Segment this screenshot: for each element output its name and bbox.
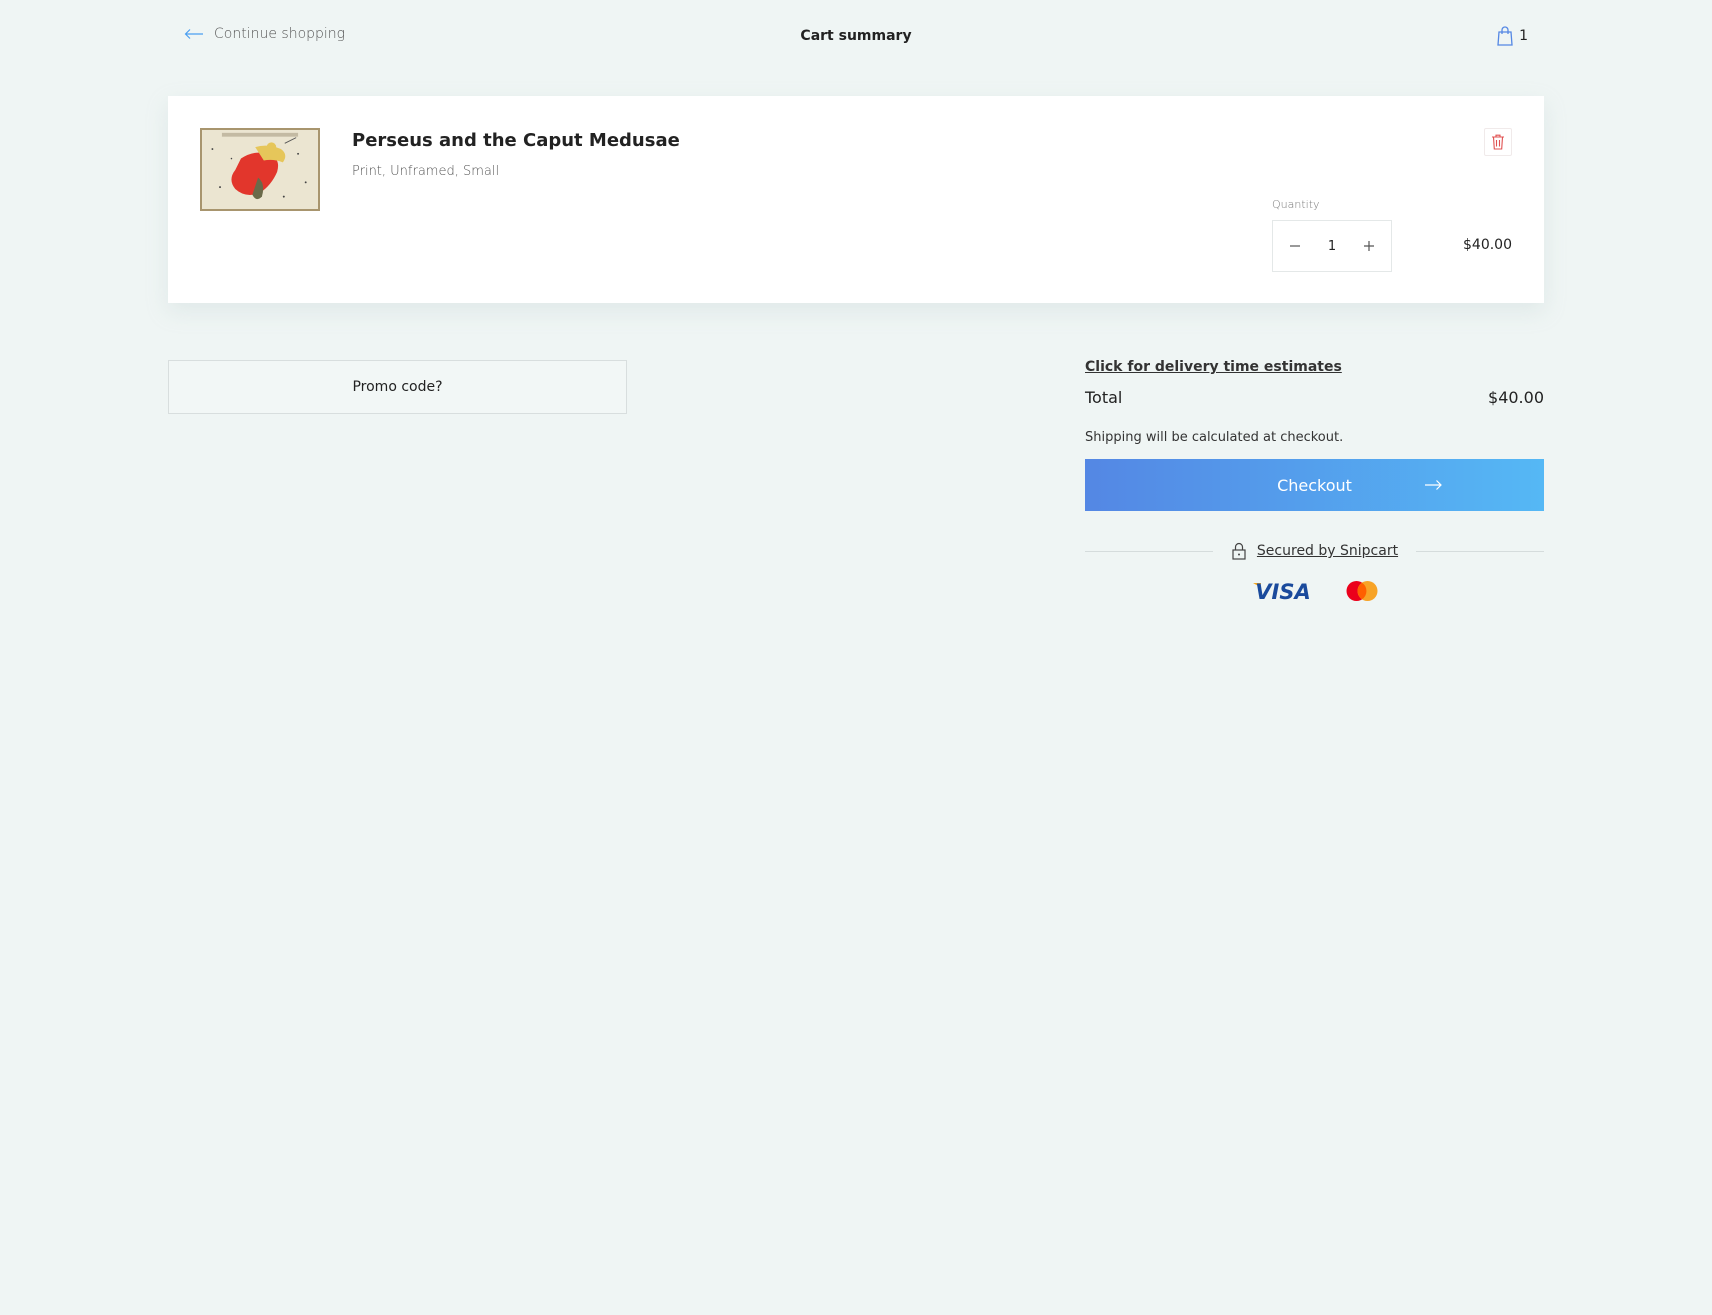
product-name[interactable]: Perseus and the Caput Medusae [352,130,680,151]
constellation-illustration [202,130,318,209]
promo-code-label: Promo code? [352,379,443,395]
cart-summary: Click for delivery time estimates Total … [1085,356,1544,603]
total-value: $40.00 [1488,388,1544,407]
cart-header: Continue shopping Cart summary 1 [168,20,1544,56]
trash-icon [1492,134,1504,150]
visa-logo-icon: VISA [1252,580,1310,603]
product-variant: Print, Unframed, Small [352,164,500,179]
page-title: Cart summary [800,28,912,44]
svg-text:VISA: VISA [1255,580,1310,603]
lock-icon [1232,542,1246,560]
plus-icon [1364,241,1374,251]
arrow-right-icon [1425,480,1442,490]
checkout-label: Checkout [1277,475,1352,495]
mastercard-logo-icon [1346,581,1377,601]
cart-count-button[interactable]: 1 [1497,26,1528,46]
secured-by-snipcart-link[interactable]: Secured by Snipcart [1257,543,1398,559]
remove-item-button[interactable] [1484,128,1512,156]
shipping-note: Shipping will be calculated at checkout. [1085,430,1344,445]
quantity-value[interactable]: 1 [1328,239,1336,254]
promo-code-button[interactable]: Promo code? [168,360,627,414]
shopping-bag-icon [1497,26,1513,46]
checkout-button[interactable]: Checkout [1085,459,1544,511]
cart-page: Continue shopping Cart summary 1 Perseus… [0,0,1712,1315]
item-price: $40.00 [1463,237,1512,253]
total-row: Total $40.00 [1085,388,1544,407]
payment-methods: VISA [1085,579,1544,603]
total-label: Total [1085,388,1123,407]
product-thumbnail[interactable] [200,128,320,211]
quantity-stepper: 1 [1272,220,1392,272]
cart-count: 1 [1519,28,1528,44]
quantity-label: Quantity [1272,198,1320,211]
minus-icon [1290,245,1300,247]
decrease-quantity-button[interactable] [1285,236,1305,256]
increase-quantity-button[interactable] [1359,236,1379,256]
cart-item: Perseus and the Caput Medusae Print, Unf… [168,96,1544,303]
delivery-estimates-link[interactable]: Click for delivery time estimates [1085,359,1342,375]
secured-by-row: Secured by Snipcart [1085,539,1544,563]
